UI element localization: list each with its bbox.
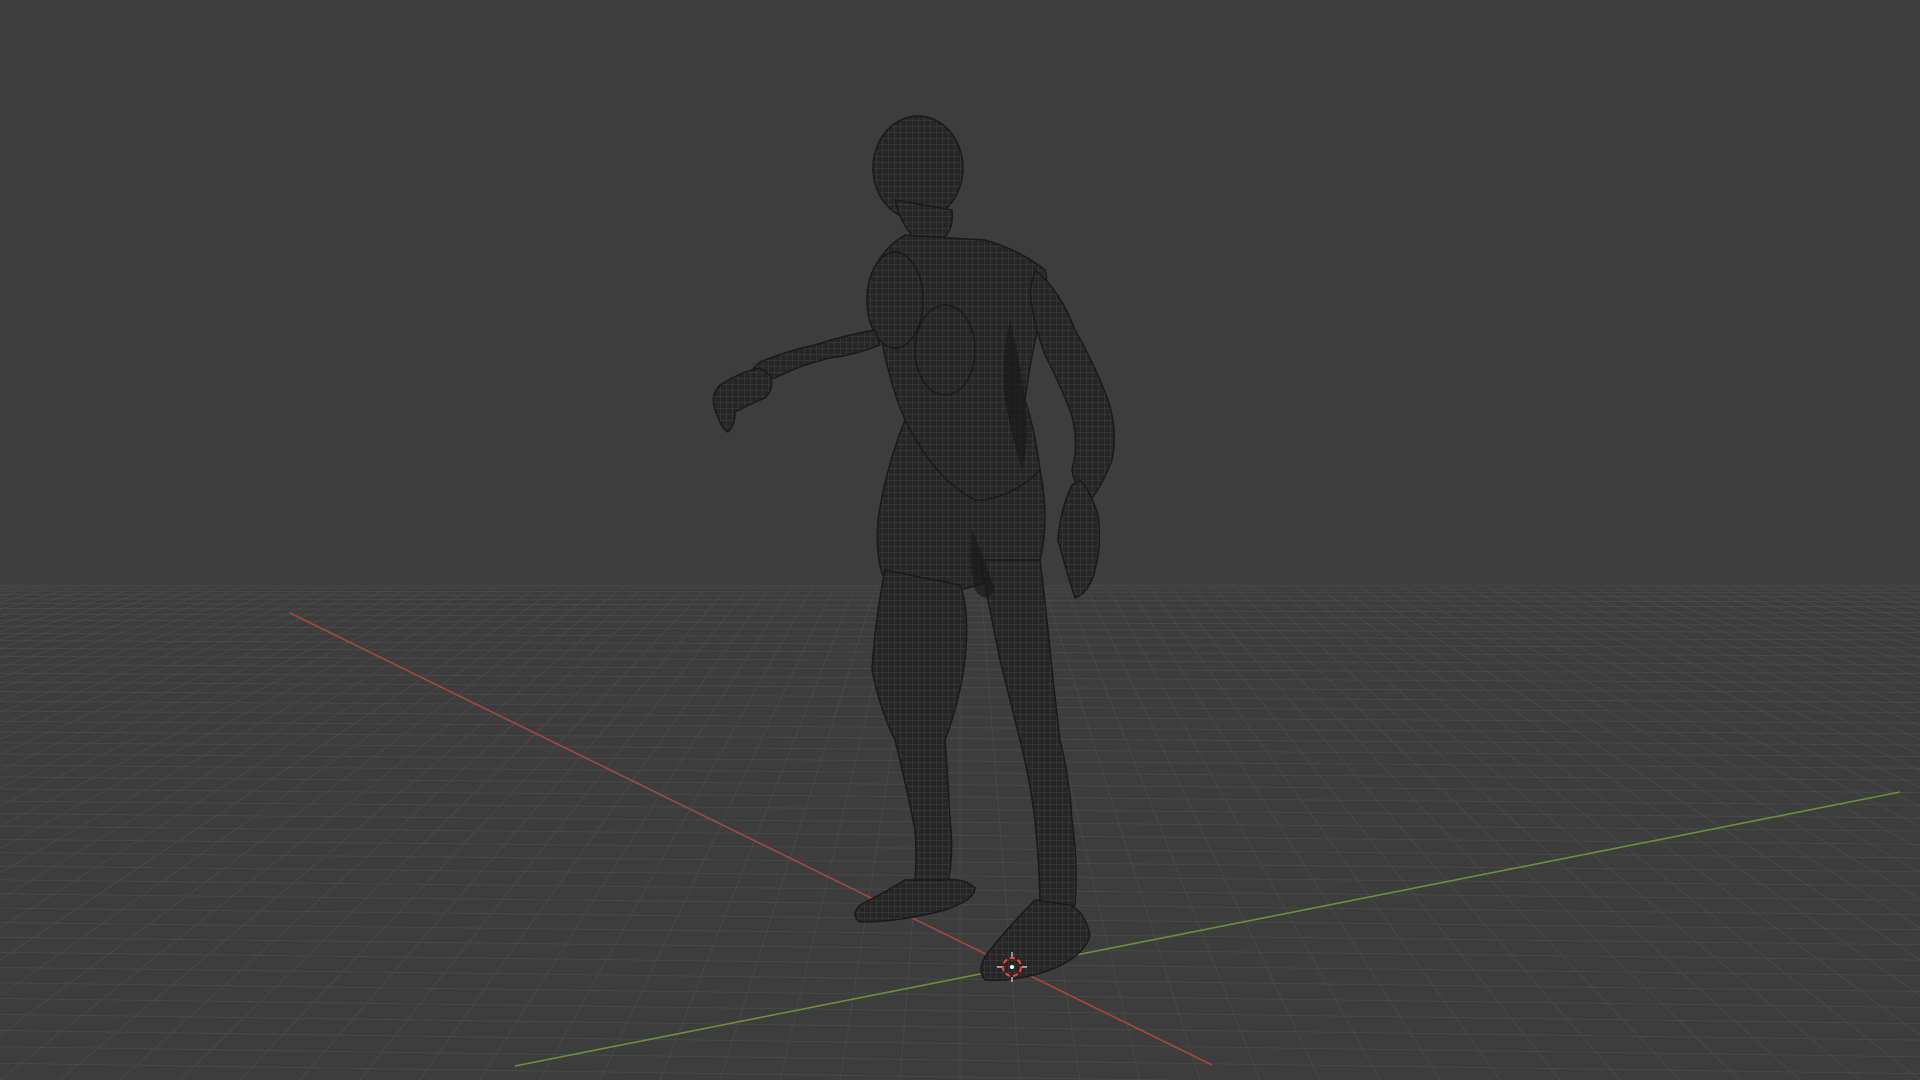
- mesh-hand-left[interactable]: [712, 367, 773, 433]
- mesh-chest-right: [914, 304, 976, 396]
- viewport-canvas[interactable]: [0, 0, 1920, 1080]
- mesh-arm-right[interactable]: [1029, 268, 1115, 501]
- mesh-leg-left[interactable]: [871, 569, 968, 903]
- mesh-foot-left[interactable]: [854, 878, 976, 923]
- 3d-viewport[interactable]: [0, 0, 1920, 1080]
- mesh-foot-right[interactable]: [980, 899, 1091, 981]
- mesh-arm-left[interactable]: [750, 329, 881, 381]
